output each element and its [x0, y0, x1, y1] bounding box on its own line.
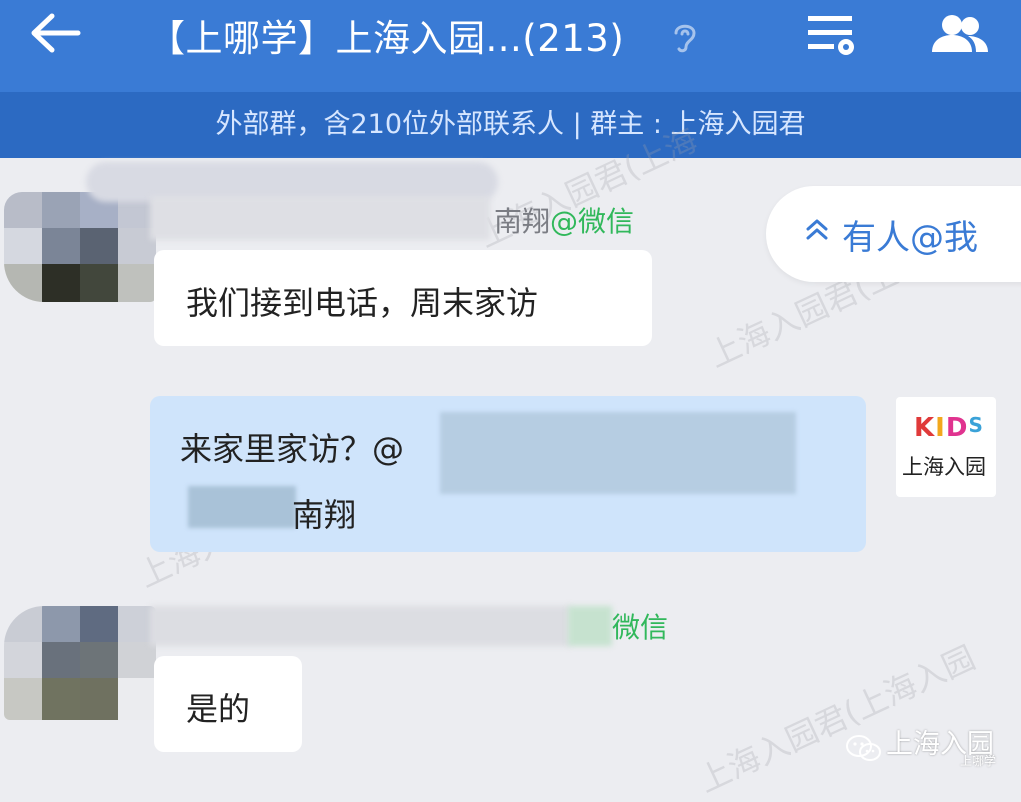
group-members-icon[interactable] — [928, 14, 990, 54]
chevrons-up-icon — [806, 219, 828, 240]
message-text: 我们接到电话，周末家访 — [186, 284, 539, 322]
redacted-name — [568, 606, 612, 646]
redacted-name — [150, 606, 570, 646]
sender-name: 微信 — [612, 611, 669, 644]
message-bubble[interactable]: 是的 — [154, 656, 302, 752]
avatar[interactable] — [4, 606, 156, 720]
chat-title[interactable]: 【上哪学】上海入园...(213) — [148, 8, 624, 62]
watermark: 上海入园君(上海入园 — [692, 638, 981, 800]
sender-name: 南翔@微信 — [494, 205, 635, 238]
message-text: 南翔 — [292, 496, 357, 534]
redacted-mention — [188, 486, 296, 528]
chat-settings-icon[interactable] — [806, 12, 856, 56]
message-text: 是的 — [186, 690, 251, 728]
avatar-text: 上海入园 — [902, 455, 986, 479]
message-text: 来家里家访？@ — [180, 430, 405, 468]
redacted-mention — [440, 412, 796, 494]
publisher-watermark: 上海入园 上哪学 — [846, 722, 996, 768]
avatar-logo: KIDS — [914, 413, 984, 443]
mention-label: 有人@我 — [842, 218, 978, 258]
avatar[interactable]: KIDS 上海入园 — [896, 397, 996, 497]
message-bubble[interactable]: 我们接到电话，周末家访 — [154, 250, 652, 346]
avatar[interactable] — [4, 192, 156, 302]
wechat-icon — [846, 734, 881, 761]
redacted-name — [150, 196, 490, 240]
earpiece-mode-icon — [674, 24, 696, 53]
group-info-bar[interactable]: 外部群，含210位外部联系人 | 群主 : 上海入园君 — [0, 92, 1021, 158]
mention-jump-button[interactable]: 有人@我 — [766, 186, 1021, 282]
chat-titlebar: 【上哪学】上海入园...(213) — [0, 0, 1021, 92]
arrow-left-icon[interactable] — [28, 12, 84, 54]
